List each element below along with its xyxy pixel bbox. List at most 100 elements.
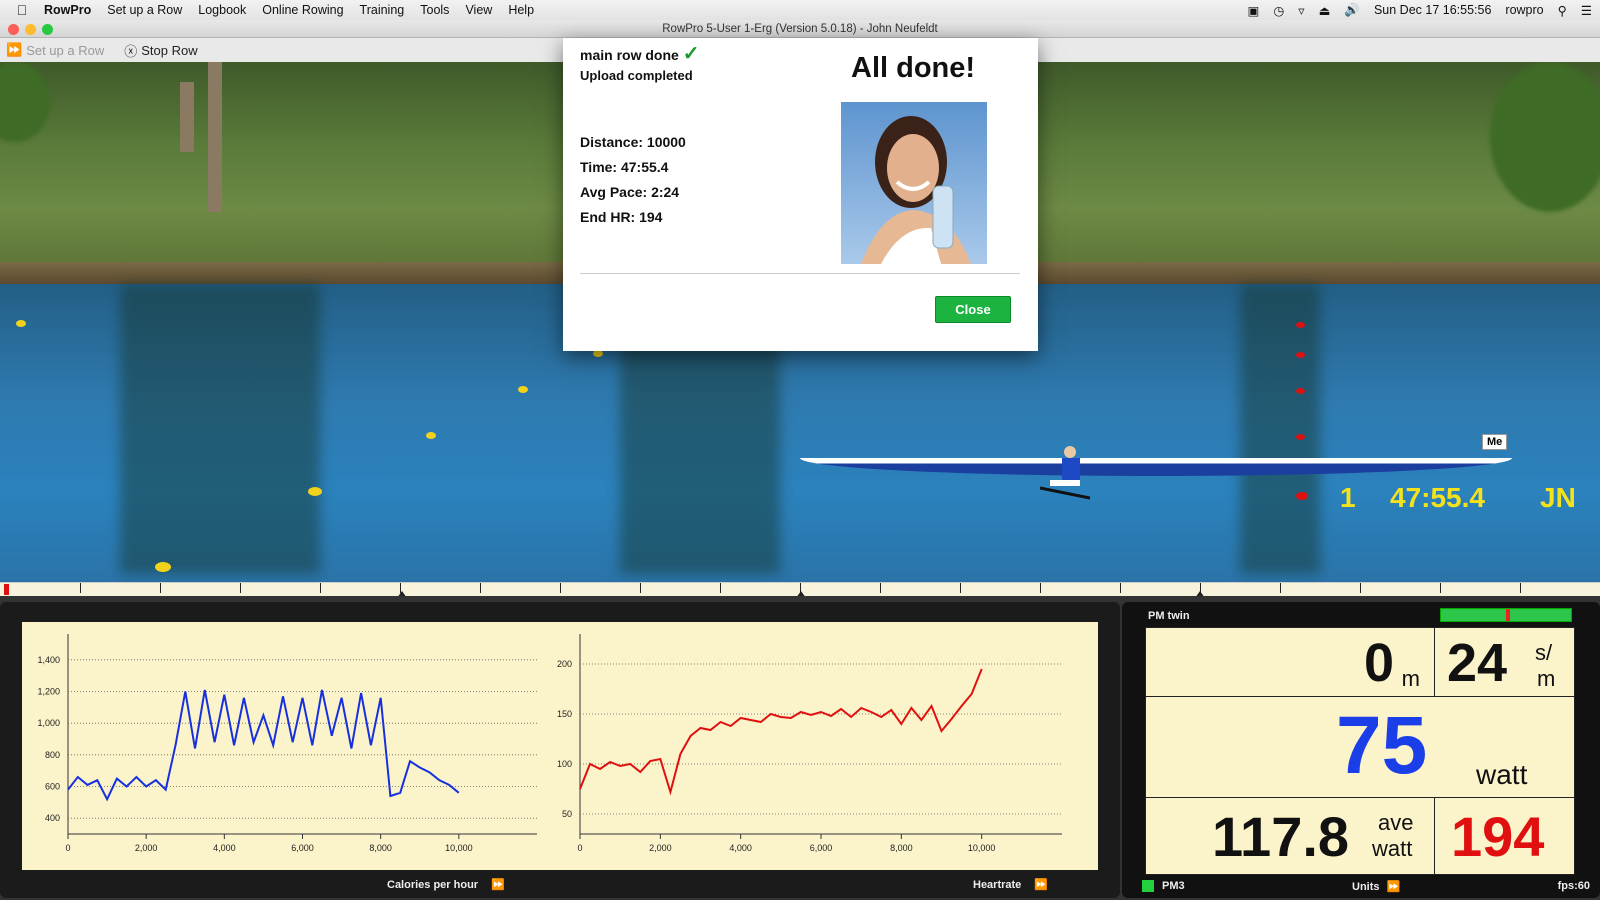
fast-forward-icon: ⏩ (1034, 879, 1049, 891)
menu-setup[interactable]: Set up a Row (107, 3, 182, 17)
heartrate-label: Heartrate (973, 879, 1022, 891)
fast-forward-icon: ⏩ (491, 879, 505, 891)
x-tick-label: 10,000 (968, 843, 996, 853)
menu-app-name[interactable]: RowPro (44, 3, 91, 17)
menu-help[interactable]: Help (508, 3, 534, 17)
setup-row-button[interactable]: ⏩ Set up a Row (6, 42, 104, 58)
time-stat: Time: 47:55.4 (580, 159, 669, 175)
x-tick-label: 2,000 (649, 843, 672, 853)
track-tick (1280, 583, 1281, 593)
dialog-header-text: main row done (580, 47, 679, 63)
reflection (1240, 284, 1320, 574)
spotlight-search-icon[interactable]: ⚲ (1558, 3, 1567, 18)
charts-area: 400 600 800 1,000 1,200 1,400 0 2,000 4,000 6,000… (22, 622, 1098, 870)
window-titlebar: RowPro 5-User 1-Erg (Version 5.0.18) - J… (0, 20, 1600, 38)
avg-pace-stat: Avg Pace: 2:24 (580, 184, 680, 200)
ave-watts-unit-top: ave (1378, 810, 1414, 835)
y-tick-label: 50 (562, 809, 572, 819)
clock-text[interactable]: Sun Dec 17 16:55:56 (1374, 3, 1491, 17)
ave-watts-value: 117.8 (1212, 805, 1350, 868)
track-tick (1360, 583, 1361, 593)
app-status-icon[interactable]: ▣ (1248, 3, 1260, 18)
racer-initials: JN (1540, 482, 1576, 513)
ave-watts-cell: 117.8 ave watt (1145, 797, 1435, 875)
menu-logbook[interactable]: Logbook (198, 3, 246, 17)
track-tick (1440, 583, 1441, 593)
pace-indicator-marker (1506, 609, 1510, 621)
monitor-label: PM3 (1162, 880, 1185, 892)
track-tick (720, 583, 721, 593)
track-tick (560, 583, 561, 593)
user-name[interactable]: rowpro (1505, 3, 1543, 17)
rower-figure (1040, 446, 1090, 500)
end-hr-stat: End HR: 194 (580, 209, 663, 225)
ave-watts-unit-bottom: watt (1372, 836, 1413, 861)
volume-icon[interactable]: 🔊 (1344, 3, 1360, 18)
menu-bar:  RowPro Set up a Row Logbook Online Row… (0, 0, 1600, 20)
y-tick-label: 100 (557, 759, 572, 769)
finish-buoy (1296, 352, 1305, 358)
stop-row-label: Stop Row (141, 42, 198, 58)
checkmark-icon: ✓ (682, 43, 700, 65)
minimize-window-button[interactable] (25, 24, 36, 35)
track-tick (480, 583, 481, 593)
window-title: RowPro 5-User 1-Erg (Version 5.0.18) - J… (662, 23, 938, 35)
calories-label: Calories per hour (387, 879, 479, 891)
tree-trunk (208, 62, 222, 212)
fps-readout: fps:60 (1557, 880, 1590, 892)
stop-circle-icon: ⓧ (124, 43, 138, 59)
calories-chart: 400 600 800 1,000 1,200 1,400 0 2,000 4,000 6,000… (37, 634, 537, 853)
stroke-rate-cell: 24 s/ m (1434, 627, 1575, 697)
dialog-title: All done! (851, 52, 976, 84)
track-tick (80, 583, 81, 593)
heartrate-chart-button[interactable]: Heartrate ⏩ (973, 878, 1048, 891)
close-window-button[interactable] (8, 24, 19, 35)
watts-value: 75 (1336, 700, 1428, 791)
connection-status-icon (1142, 880, 1154, 892)
row-complete-dialog: main row done ✓ Upload completed Distanc… (563, 38, 1038, 351)
track-tick (1520, 583, 1521, 593)
tree (1490, 62, 1600, 212)
notification-center-icon[interactable]: ☰ (1581, 3, 1592, 18)
units-button[interactable]: Units ⏩ (1352, 880, 1400, 893)
stop-row-button[interactable]: ⓧ Stop Row (124, 41, 197, 60)
menu-training[interactable]: Training (360, 3, 405, 17)
menu-view[interactable]: View (465, 3, 492, 17)
row-summary: Distance: 10000 Time: 47:55.4 Avg Pace: … (580, 130, 686, 230)
x-tick-label: 2,000 (135, 843, 158, 853)
bottom-panel: 400 600 800 1,000 1,200 1,400 0 2,000 4,000 6,000… (0, 596, 1600, 900)
distance-cell: 0 m (1145, 627, 1435, 697)
y-tick-label: 200 (557, 659, 572, 669)
zoom-window-button[interactable] (42, 24, 53, 35)
track-tick (320, 583, 321, 593)
y-tick-label: 800 (45, 750, 60, 760)
lane-buoy (518, 386, 528, 393)
calories-chart-button[interactable]: Calories per hour ⏩ (387, 878, 505, 891)
track-tick (1120, 583, 1121, 593)
stroke-rate-unit-bottom: m (1537, 666, 1556, 691)
dialog-header: main row done ✓ (580, 41, 699, 66)
race-position: 1 (1340, 482, 1356, 513)
x-tick-label: 8,000 (890, 843, 913, 853)
track-tick (640, 583, 641, 593)
race-time: 47:55.4 (1390, 482, 1485, 513)
distance-stat: Distance: 10000 (580, 134, 686, 150)
heart-rate-value: 194 (1451, 805, 1545, 868)
eject-icon[interactable]: ⏏ (1319, 3, 1331, 18)
menu-tools[interactable]: Tools (420, 3, 449, 17)
apple-icon[interactable]:  (0, 2, 44, 18)
time-machine-icon[interactable]: ◷ (1273, 3, 1284, 18)
monitor-status: PM3 (1142, 880, 1185, 892)
pm-monitor-panel: PM twin 0 m 24 s/ m 75 watt 117.8 ave wa… (1122, 602, 1600, 898)
x-tick-label: 0 (65, 843, 70, 853)
watts-unit: watt (1476, 759, 1528, 790)
y-tick-label: 1,400 (37, 655, 60, 665)
dialog-divider (580, 273, 1020, 274)
celebration-photo (841, 102, 987, 264)
close-button[interactable]: Close (935, 296, 1011, 323)
x-tick-label: 10,000 (445, 843, 473, 853)
wifi-icon[interactable]: ▿ (1298, 3, 1304, 18)
menu-online-rowing[interactable]: Online Rowing (262, 3, 343, 17)
progress-marker (4, 584, 9, 595)
fast-forward-icon: ⏩ (6, 42, 23, 57)
